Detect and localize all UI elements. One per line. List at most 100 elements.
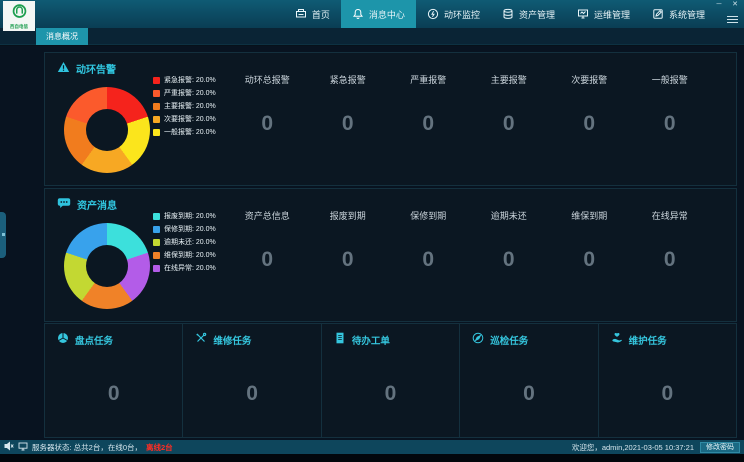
asset-message-donut-chart <box>64 223 150 309</box>
legend-swatch <box>153 129 160 136</box>
server-status-text: 服务器状态: 总共2台，在线0台， <box>32 442 142 453</box>
speaker-muted-icon[interactable] <box>4 441 14 453</box>
legend-item: 维保到期: 20.0% <box>153 250 216 260</box>
logo-emblem-icon <box>11 3 28 25</box>
bottom-strip <box>0 454 744 462</box>
env-alarm-legend: 紧急报警: 20.0% 严重报警: 20.0% 主要报警: 20.0% 次要报警… <box>153 75 216 137</box>
home-icon <box>295 8 307 20</box>
document-icon <box>334 332 346 347</box>
task-value: 0 <box>45 382 182 406</box>
task-label: 待办工单 <box>352 333 390 347</box>
panel-title-text: 动环告警 <box>76 61 116 76</box>
asset-message-title: 资产消息 <box>57 197 117 212</box>
stat-overdue-return: 逾期未还0 <box>469 189 550 321</box>
task-header: 盘点任务 <box>57 332 113 347</box>
task-pending-orders: 待办工单 0 <box>322 324 460 437</box>
stat-maintenance-due: 维保到期0 <box>549 189 630 321</box>
legend-item: 逾期未还: 20.0% <box>153 237 216 247</box>
task-value: 0 <box>460 382 597 406</box>
pie-wheel-icon <box>57 332 69 347</box>
legend-item: 次要报警: 20.0% <box>153 114 216 124</box>
bell-icon <box>352 8 364 20</box>
panel-title-text: 资产消息 <box>77 197 117 212</box>
task-inspection: 巡检任务 0 <box>460 324 598 437</box>
legend-item: 在线异常: 20.0% <box>153 263 216 273</box>
legend-item: 紧急报警: 20.0% <box>153 75 216 85</box>
task-value: 0 <box>183 382 320 406</box>
tab-strip: 消息概况 <box>0 28 744 45</box>
nav-item-ops-mgmt[interactable]: 运维管理 <box>566 0 641 28</box>
stat-general-alarms: 一般报警0 <box>630 53 711 185</box>
stat-total-alarms: 动环总报警0 <box>227 53 308 185</box>
server-offline-count: 离线2台 <box>146 442 173 453</box>
stat-severe-alarms: 严重报警0 <box>388 53 469 185</box>
task-label: 维修任务 <box>213 333 251 347</box>
task-value: 0 <box>322 382 459 406</box>
status-bar: 服务器状态: 总共2台，在线0台， 离线2台 欢迎您，admin,2021-03-… <box>0 440 744 454</box>
legend-swatch <box>153 90 160 97</box>
top-bar: 首页 消息中心 动环监控 资产管理 运维管理 系统管理 ─ ✕ <box>0 0 744 28</box>
database-icon <box>502 8 514 20</box>
legend-item: 保修到期: 20.0% <box>153 224 216 234</box>
asset-message-legend: 报废到期: 20.0% 保修到期: 20.0% 逾期未还: 20.0% 维保到期… <box>153 211 216 273</box>
tools-icon <box>195 332 207 347</box>
menu-icon[interactable] <box>727 14 738 25</box>
legend-swatch <box>153 239 160 246</box>
task-header: 待办工单 <box>334 332 390 347</box>
stat-asset-total: 资产总信息0 <box>227 189 308 321</box>
user-session: 欢迎您，admin,2021-03-05 10:37:21 修改密码 <box>572 442 740 453</box>
change-password-button[interactable]: 修改密码 <box>700 442 740 453</box>
env-alarm-panel: 动环告警 紧急报警: 20.0% 严重报警: 20.0% 主要报警: 20.0%… <box>44 52 737 186</box>
task-label: 维护任务 <box>629 333 667 347</box>
app-logo: 西自电信 <box>3 1 35 31</box>
donut-hole <box>86 245 128 287</box>
nav-item-asset-mgmt[interactable]: 资产管理 <box>491 0 566 28</box>
legend-swatch <box>153 103 160 110</box>
task-header: 维护任务 <box>611 332 667 347</box>
warning-icon <box>57 61 70 76</box>
nav-item-message-center[interactable]: 消息中心 <box>341 0 416 28</box>
window-controls: ─ ✕ <box>714 1 740 9</box>
nav-item-label: 首页 <box>312 8 330 21</box>
server-icon <box>18 442 28 453</box>
legend-item: 主要报警: 20.0% <box>153 101 216 111</box>
nav-item-home[interactable]: 首页 <box>284 0 341 28</box>
tasks-row: 盘点任务 0 维修任务 0 待办工单 0 巡检任务 0 <box>44 323 737 438</box>
minimize-button[interactable]: ─ <box>714 1 724 9</box>
task-value: 0 <box>599 382 736 406</box>
stat-warranty-due: 保修到期0 <box>388 189 469 321</box>
nav-item-label: 资产管理 <box>519 8 555 21</box>
legend-swatch <box>153 252 160 259</box>
hand-heart-icon <box>611 332 623 347</box>
close-button[interactable]: ✕ <box>730 1 740 9</box>
legend-item: 报废到期: 20.0% <box>153 211 216 221</box>
nav-item-label: 系统管理 <box>669 8 705 21</box>
env-alarm-title: 动环告警 <box>57 61 116 76</box>
sidebar-toggle-handle[interactable] <box>0 212 6 258</box>
nav-item-label: 消息中心 <box>369 8 405 21</box>
donut-hole <box>86 109 128 151</box>
task-header: 维修任务 <box>195 332 251 347</box>
nav-item-label: 动环监控 <box>444 8 480 21</box>
asset-message-stats: 资产总信息0 报废到期0 保修到期0 逾期未还0 维保到期0 在线异常0 <box>227 189 710 321</box>
legend-swatch <box>153 265 160 272</box>
stat-major-alarms: 主要报警0 <box>469 53 550 185</box>
legend-item: 一般报警: 20.0% <box>153 127 216 137</box>
tab-message-overview[interactable]: 消息概况 <box>36 28 88 45</box>
stat-minor-alarms: 次要报警0 <box>549 53 630 185</box>
monitor-icon <box>577 8 589 20</box>
nav-item-env-monitor[interactable]: 动环监控 <box>416 0 491 28</box>
legend-swatch <box>153 116 160 123</box>
compass-icon <box>472 332 484 347</box>
edit-icon <box>652 8 664 20</box>
legend-swatch <box>153 213 160 220</box>
nav-item-system-mgmt[interactable]: 系统管理 <box>641 0 716 28</box>
env-alarm-stats: 动环总报警0 紧急报警0 严重报警0 主要报警0 次要报警0 一般报警0 <box>227 53 710 185</box>
legend-swatch <box>153 226 160 233</box>
lightning-icon <box>427 8 439 20</box>
main-nav: 首页 消息中心 动环监控 资产管理 运维管理 系统管理 <box>284 0 716 28</box>
env-alarm-donut-chart <box>64 87 150 173</box>
welcome-text: 欢迎您，admin,2021-03-05 10:37:21 <box>572 442 694 453</box>
logo-text: 西自电信 <box>10 25 28 30</box>
stat-online-abnormal: 在线异常0 <box>630 189 711 321</box>
